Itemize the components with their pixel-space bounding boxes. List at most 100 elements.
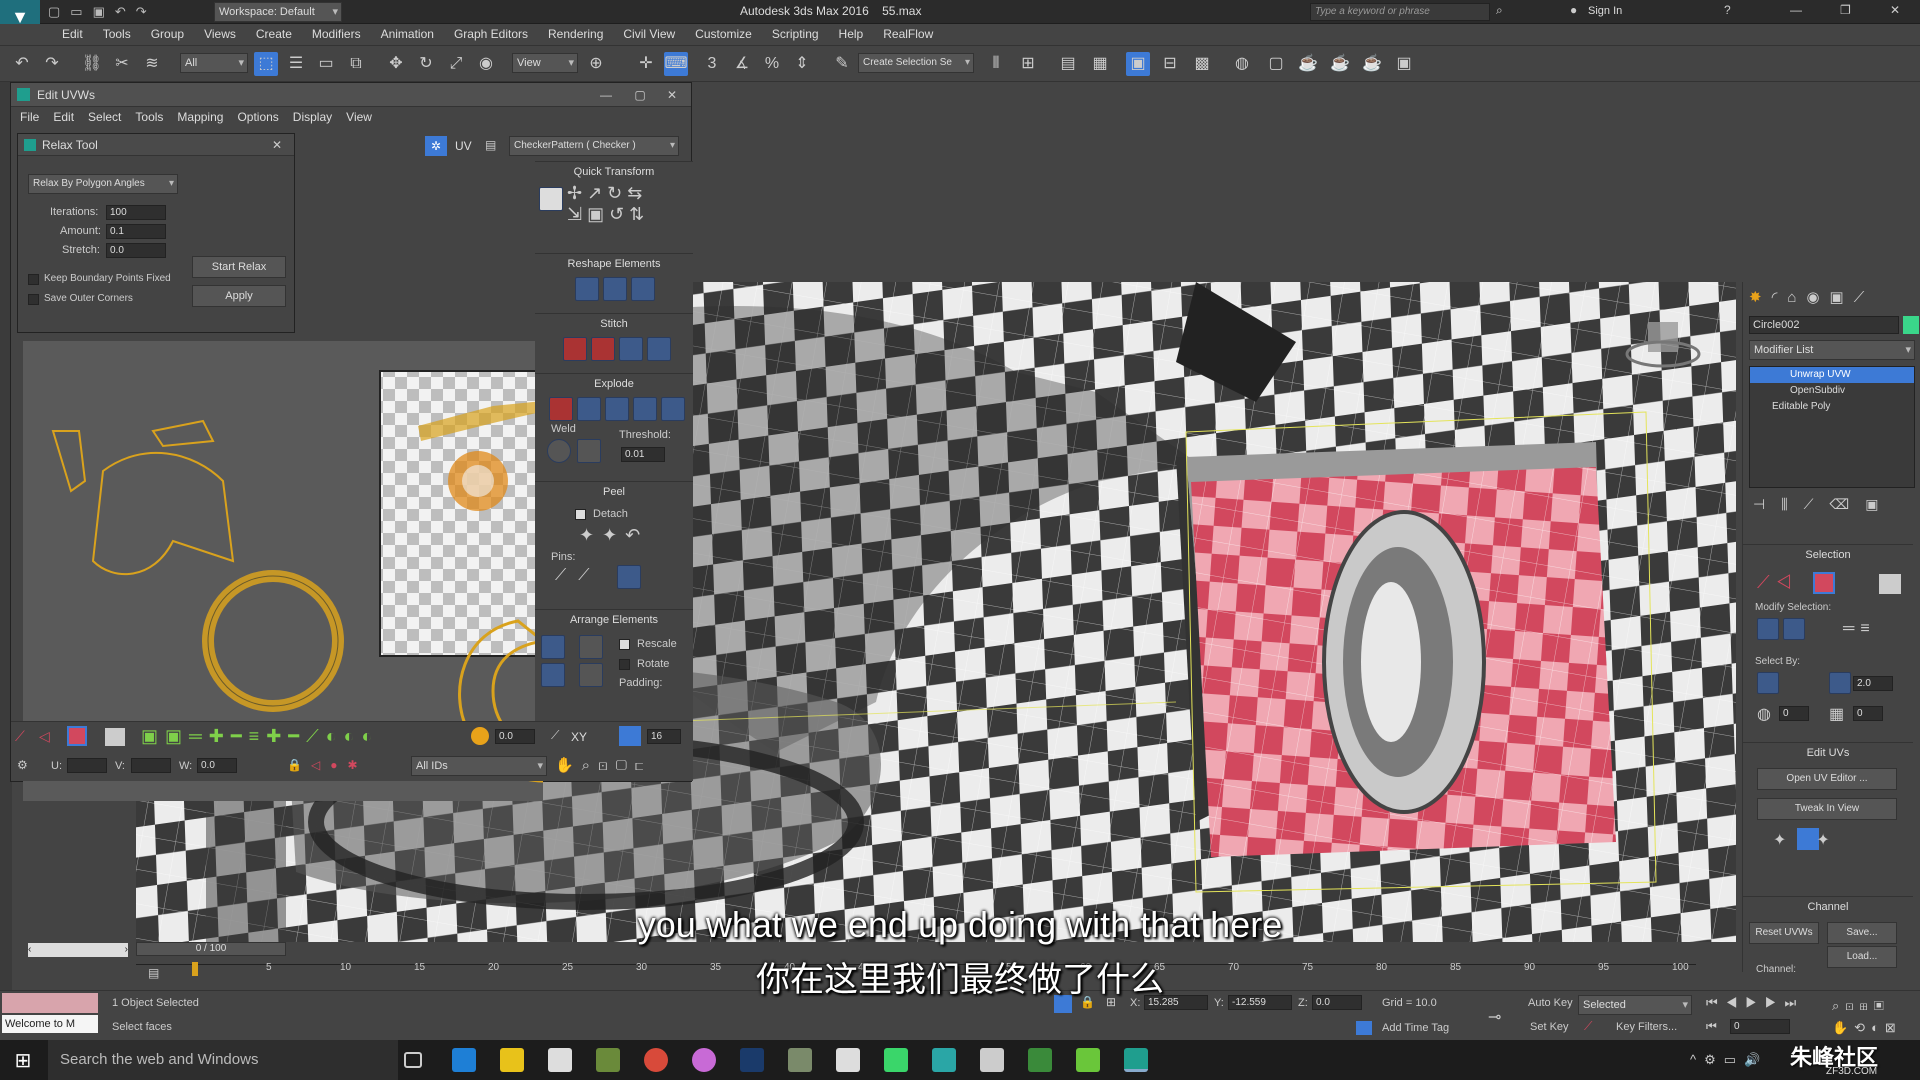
shrink-selection-icon[interactable] — [1783, 618, 1805, 640]
open-file-icon[interactable]: ▭ — [70, 4, 92, 19]
minimize-button[interactable]: — — [591, 83, 621, 107]
minimize-button[interactable]: — — [1790, 3, 1802, 17]
menu-item[interactable]: Graph Editors — [444, 24, 538, 44]
app-icon-6[interactable] — [980, 1048, 1004, 1072]
photoshop-icon[interactable] — [740, 1048, 764, 1072]
rotate-icon[interactable]: ↻ — [414, 52, 438, 76]
uv-menu-item[interactable]: Tools — [128, 107, 170, 127]
explode-icon-2[interactable] — [605, 397, 629, 421]
key-mode-toggle-icon[interactable]: ⏮ — [1706, 1019, 1717, 1034]
scale-icon[interactable]: ⤢ — [444, 52, 468, 76]
select-by-field-2[interactable]: 0 — [1853, 706, 1883, 721]
window-crossing-icon[interactable]: ⧉ — [344, 52, 368, 76]
menu-item[interactable]: Scripting — [762, 24, 829, 44]
place-icon[interactable]: ◉ — [474, 52, 498, 76]
app-icon-5[interactable] — [932, 1048, 956, 1072]
menu-item[interactable]: Create — [246, 24, 302, 44]
utilities-tab-icon[interactable]: ⟋ — [1854, 289, 1875, 306]
bind-space-warp-icon[interactable]: ≋ — [140, 52, 164, 76]
ribbon-icon[interactable]: ▦ — [1088, 52, 1112, 76]
grid-snap-icon[interactable] — [619, 726, 641, 746]
soft-selection-icon[interactable] — [471, 727, 489, 745]
menu-item[interactable]: Group — [141, 24, 194, 44]
spinner-snap-icon[interactable]: ⇕ — [790, 52, 814, 76]
transform-settings-icon[interactable]: ⚙ — [17, 758, 28, 772]
uv-menu-item[interactable]: File — [13, 107, 46, 127]
schematic-view-icon[interactable]: ⊟ — [1158, 52, 1182, 76]
modifier-list-dropdown[interactable]: Modifier List — [1749, 340, 1915, 360]
task-view-icon[interactable] — [404, 1052, 422, 1068]
selection-filter-dropdown[interactable]: All — [180, 53, 248, 73]
face-mode-icon[interactable] — [67, 726, 87, 746]
reshape-elements-header[interactable]: Reshape Elements — [535, 253, 693, 273]
app-icon-8[interactable] — [1076, 1048, 1100, 1072]
menu-item[interactable]: Help — [829, 24, 874, 44]
uv-menu-item[interactable]: Display — [286, 107, 339, 127]
file-explorer-icon[interactable] — [500, 1048, 524, 1072]
lock-icon[interactable]: 🔒 — [287, 758, 302, 772]
search-input[interactable]: Type a keyword or phrase — [1310, 3, 1490, 21]
redo-icon[interactable]: ↷ — [136, 4, 157, 19]
uv-menu-item[interactable]: Mapping — [170, 107, 230, 127]
object-color-swatch[interactable] — [1903, 316, 1919, 334]
set-pivot-icon[interactable] — [539, 187, 563, 211]
snap-value-field[interactable]: 16 — [647, 729, 681, 744]
explode-icon-3[interactable] — [633, 397, 657, 421]
layer-explorer-icon[interactable]: ▤ — [1056, 52, 1080, 76]
id-filter-dropdown[interactable]: All IDs — [411, 756, 547, 776]
3dsmax-icon[interactable] — [1124, 1048, 1148, 1072]
save-file-icon[interactable]: ▣ — [93, 4, 115, 19]
uv-menu-item[interactable]: Edit — [46, 107, 81, 127]
texture-list-icon[interactable]: ▤ — [485, 138, 496, 152]
w-field[interactable]: 0.0 — [197, 758, 237, 773]
menu-item[interactable]: Edit — [52, 24, 93, 44]
key-filters-button[interactable]: Key Filters... — [1616, 1021, 1677, 1033]
menu-item[interactable]: Views — [194, 24, 246, 44]
align-icon[interactable]: ⊞ — [1016, 52, 1040, 76]
motion-tab-icon[interactable]: ◉ — [1806, 289, 1829, 306]
select-by-planar-icon[interactable]: ◍ — [1757, 704, 1771, 724]
menu-item[interactable]: Tools — [93, 24, 141, 44]
select-by-name-icon[interactable]: ☰ — [284, 52, 308, 76]
xy-label[interactable]: XY — [571, 730, 587, 744]
app-icon-1[interactable] — [596, 1048, 620, 1072]
percent-snap-icon[interactable]: % — [760, 52, 784, 76]
arrange-elements-header[interactable]: Arrange Elements — [535, 609, 693, 629]
tweak-in-view-button[interactable]: Tweak In View — [1757, 798, 1897, 820]
selection-rollout-header[interactable]: Selection — [1743, 544, 1913, 564]
texture-dropdown[interactable]: CheckerPattern ( Checker ) — [509, 136, 679, 156]
show-map-icon[interactable]: ✲ — [425, 136, 447, 156]
stack-item-opensubdiv[interactable]: OpenSubdiv — [1750, 383, 1914, 399]
stack-item-unwrap-uvw[interactable]: Unwrap UVW — [1750, 367, 1914, 383]
save-outer-corners-checkbox[interactable] — [28, 294, 39, 305]
explode-icon-4[interactable] — [661, 397, 685, 421]
falloff-field[interactable]: 0.0 — [495, 729, 535, 744]
render-a360-icon[interactable]: ▣ — [1392, 52, 1416, 76]
close-button[interactable]: ✕ — [262, 134, 292, 156]
undo-icon[interactable]: ↶ — [10, 52, 34, 76]
store-icon[interactable] — [548, 1048, 572, 1072]
keep-boundary-checkbox[interactable] — [28, 274, 39, 285]
redo-icon[interactable]: ↷ — [40, 52, 64, 76]
render-icon[interactable]: ☕ — [1296, 52, 1320, 76]
key-mode-icon[interactable]: ⟋ — [1584, 1019, 1592, 1034]
link-icon[interactable]: ⛓ — [80, 52, 104, 76]
material-editor-icon[interactable]: ▩ — [1190, 52, 1214, 76]
snaps-icon[interactable]: 3 — [700, 52, 724, 76]
face-select-icon[interactable] — [1813, 572, 1835, 594]
relax-icon[interactable] — [603, 277, 627, 301]
undo-icon[interactable]: ↶ — [115, 4, 136, 19]
workspace-dropdown[interactable]: Workspace: Default — [214, 2, 342, 22]
close-button[interactable]: ✕ — [1890, 3, 1900, 17]
stitch-target-icon[interactable] — [591, 337, 615, 361]
select-object-icon[interactable]: ⬚ — [254, 52, 278, 76]
falloff-type-icon[interactable]: ⟋ — [551, 728, 559, 743]
pack-together-icon[interactable] — [579, 635, 603, 659]
relax-method-dropdown[interactable]: Relax By Polygon Angles — [28, 174, 178, 194]
maximize-button[interactable]: ▢ — [625, 83, 655, 107]
rectangle-selection-icon[interactable]: ▭ — [314, 52, 338, 76]
add-time-tag-icon[interactable] — [1356, 1021, 1372, 1035]
open-uv-editor-button[interactable]: Open UV Editor ... — [1757, 768, 1897, 790]
uv-menu-item[interactable]: Options — [230, 107, 285, 127]
detach-checkbox[interactable] — [575, 509, 586, 520]
